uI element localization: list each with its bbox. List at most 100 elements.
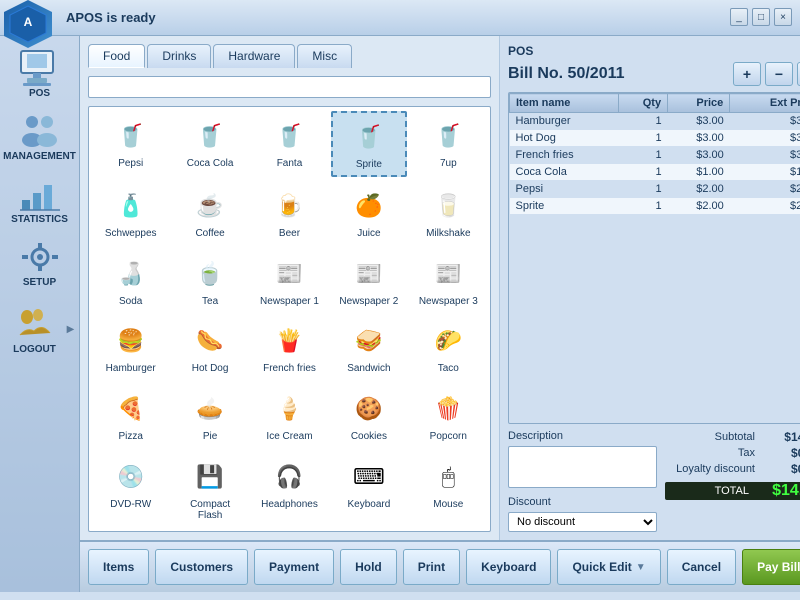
product-item[interactable]: 🍦Ice Cream (252, 384, 327, 448)
product-item[interactable]: 🥧Pie (172, 384, 247, 448)
table-row[interactable]: Coca Cola1$1.00$1.00 (510, 164, 800, 181)
loyalty-value: $0.00 (755, 462, 800, 476)
sidebar-statistics-label: STATISTICS (11, 214, 68, 225)
main-container: POS MANAGEMENT (0, 36, 800, 592)
product-item[interactable]: 🥤7up (411, 111, 486, 177)
tab-drinks[interactable]: Drinks (147, 44, 211, 68)
product-item[interactable]: 🥤Fanta (252, 111, 327, 177)
product-item[interactable]: 🥪Sandwich (331, 316, 406, 380)
pay-bill-button[interactable]: Pay Bill (742, 549, 800, 585)
product-item[interactable]: 🍟French fries (252, 316, 327, 380)
hold-button[interactable]: Hold (340, 549, 397, 585)
product-item[interactable]: 🧴Schweppes (93, 181, 168, 245)
titlebar: A APOS is ready _ □ × (0, 0, 800, 36)
product-item[interactable]: 🍺Beer (252, 181, 327, 245)
sidebar-item-statistics[interactable]: STATISTICS (4, 170, 76, 229)
bill-header: Bill No. 50/2011 + − ✕ (508, 62, 800, 86)
sidebar-item-logout[interactable]: LOGOUT (4, 300, 66, 359)
payment-button[interactable]: Payment (254, 549, 334, 585)
product-item[interactable]: 🥤Sprite (331, 111, 406, 177)
col-price: Price (668, 94, 730, 113)
description-textarea[interactable] (508, 446, 657, 488)
product-item[interactable]: 📰Newspaper 2 (331, 249, 406, 313)
close-button[interactable]: × (774, 8, 792, 26)
product-item[interactable]: 🎧Headphones (252, 452, 327, 527)
app-title: APOS is ready (66, 10, 156, 25)
product-item[interactable]: 🍊Juice (331, 181, 406, 245)
product-item[interactable]: 🥛Milkshake (411, 181, 486, 245)
product-item[interactable]: 🍕Pizza (93, 384, 168, 448)
order-table: Item name Qty Price Ext Price Hamburger1… (509, 93, 800, 215)
subtotal-label: Subtotal (665, 431, 755, 443)
product-item[interactable]: 🍶Soda (93, 249, 168, 313)
col-qty: Qty (619, 94, 668, 113)
pos-section-label: POS (508, 44, 800, 58)
bill-number: Bill No. 50/2011 (508, 65, 625, 83)
sidebar-pos-label: POS (29, 88, 50, 99)
sidebar: POS MANAGEMENT (0, 36, 80, 592)
keyboard-button[interactable]: Keyboard (466, 549, 551, 585)
description-area: Description Discount No discount (508, 430, 657, 532)
print-button[interactable]: Print (403, 549, 460, 585)
tab-hardware[interactable]: Hardware (213, 44, 295, 68)
product-item[interactable]: 💾Compact Flash (172, 452, 247, 527)
subtotal-value: $14.00 (755, 430, 800, 444)
product-item[interactable]: 🥤Coca Cola (172, 111, 247, 177)
total-label: TOTAL (665, 482, 755, 500)
management-icon (16, 111, 64, 151)
bottom-toolbar: Items Customers Payment Hold Print Keybo… (80, 540, 800, 592)
bill-controls: + − ✕ (733, 62, 800, 86)
items-button[interactable]: Items (88, 549, 149, 585)
total-row: TOTAL $14.00 (665, 482, 800, 500)
bottom-info: Description Discount No discount Subtota… (508, 430, 800, 532)
tax-value: $0.00 (755, 446, 800, 460)
order-table-container: Item name Qty Price Ext Price Hamburger1… (508, 92, 800, 424)
product-item[interactable]: 💿DVD-RW (93, 452, 168, 527)
decrease-button[interactable]: − (765, 62, 793, 86)
statistics-icon (16, 174, 64, 214)
table-row[interactable]: Pepsi1$2.00$2.00 (510, 181, 800, 198)
product-item[interactable]: 📰Newspaper 3 (411, 249, 486, 313)
logout-icon (11, 304, 59, 344)
sidebar-item-setup[interactable]: SETUP (4, 233, 76, 292)
setup-icon (16, 237, 64, 277)
loyalty-label: Loyalty discount (665, 463, 755, 475)
product-item[interactable]: 🌭Hot Dog (172, 316, 247, 380)
table-row[interactable]: Hot Dog1$3.00$3.00 (510, 130, 800, 147)
table-row[interactable]: Hamburger1$3.00$3.00 (510, 113, 800, 130)
quick-edit-button[interactable]: Quick Edit ▼ (557, 549, 660, 585)
product-item[interactable]: ⌨Keyboard (331, 452, 406, 527)
tax-label: Tax (665, 447, 755, 459)
tax-row: Tax $0.00 (665, 446, 800, 460)
dropdown-arrow-icon: ▼ (636, 562, 646, 573)
col-item-name: Item name (510, 94, 619, 113)
add-item-button[interactable]: + (733, 62, 761, 86)
product-item[interactable]: 🥤Pepsi (93, 111, 168, 177)
product-item[interactable]: 🖱Mouse (411, 452, 486, 527)
sidebar-item-pos[interactable]: POS (4, 44, 76, 103)
table-row[interactable]: Sprite1$2.00$2.00 (510, 198, 800, 215)
product-item[interactable]: 🍔Hamburger (93, 316, 168, 380)
search-input[interactable] (88, 76, 491, 98)
product-item[interactable]: ☕Coffee (172, 181, 247, 245)
svg-text:A: A (24, 15, 33, 29)
product-item[interactable]: 🍪Cookies (331, 384, 406, 448)
product-item[interactable]: 🌮Taco (411, 316, 486, 380)
sidebar-expand-arrow[interactable]: ▶ (66, 310, 76, 350)
maximize-button[interactable]: □ (752, 8, 770, 26)
description-label: Description (508, 430, 657, 442)
product-grid: 🥤Pepsi🥤Coca Cola🥤Fanta🥤Sprite🥤7up 🧴Schwep… (88, 106, 491, 532)
cancel-button[interactable]: Cancel (667, 549, 736, 585)
customers-button[interactable]: Customers (155, 549, 248, 585)
product-item[interactable]: 🍵Tea (172, 249, 247, 313)
sidebar-management-label: MANAGEMENT (3, 151, 76, 162)
sidebar-item-management[interactable]: MANAGEMENT (4, 107, 76, 166)
tab-food[interactable]: Food (88, 44, 145, 68)
table-row[interactable]: French fries1$3.00$3.00 (510, 147, 800, 164)
product-item[interactable]: 📰Newspaper 1 (252, 249, 327, 313)
discount-select[interactable]: No discount (508, 512, 657, 532)
loyalty-row: Loyalty discount $0.00 (665, 462, 800, 476)
product-item[interactable]: 🍿Popcorn (411, 384, 486, 448)
tab-misc[interactable]: Misc (297, 44, 352, 68)
minimize-button[interactable]: _ (730, 8, 748, 26)
